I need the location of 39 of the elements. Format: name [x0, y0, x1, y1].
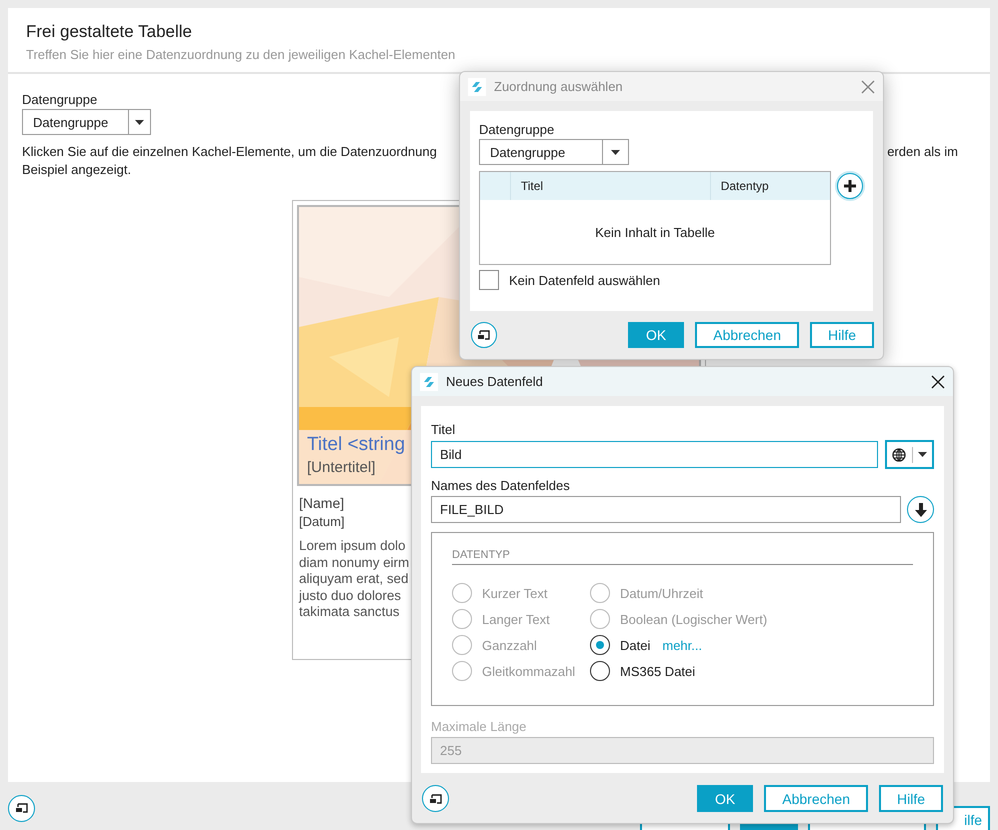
body-text-line: takimata sanctus	[299, 604, 400, 620]
field-label: Maximale Länge	[431, 719, 528, 734]
radio-label[interactable]: MS365 Datei	[620, 664, 696, 678]
radio-label: Kurzer Text	[482, 586, 548, 600]
tile-name: [Name]	[298, 495, 344, 511]
radio-label[interactable]: Datei	[620, 638, 650, 652]
instruction-text: Klicken Sie auf die einzelnen Kachel-Elemente, um die Datenzuordnung	[22, 143, 437, 161]
title-input[interactable]: Bild	[431, 441, 878, 468]
body-text-line: aliquyam erat, sed	[299, 571, 408, 588]
name-input[interactable]: FILE_BILD	[431, 496, 901, 523]
radio-label: Boolean (Logischer Wert)	[620, 612, 768, 626]
field-label: Titel	[431, 422, 456, 437]
radio-label: Langer Text	[482, 612, 550, 626]
body-text-line: diam nonumy eirm	[299, 554, 410, 571]
column-header[interactable]: Titel	[510, 172, 710, 200]
body-text-line: Lorem ipsum dolo	[299, 538, 406, 554]
field-label: Datengruppe	[22, 92, 98, 107]
field-label: Names des Datenfeldes	[431, 478, 571, 493]
max-length-input: 255	[431, 737, 934, 764]
body-text-line: justo duo dolores	[299, 588, 401, 604]
group-heading: DATENTYP	[452, 549, 913, 565]
tile-subtitle: [Untertitel]	[307, 459, 376, 476]
radio-label: Gleitkommazahl	[482, 664, 576, 678]
empty-table-message: Kein Inhalt in Tabelle	[594, 224, 716, 242]
radio-label: Ganzzahl	[482, 638, 537, 652]
dropdown[interactable]: Datengruppe	[22, 109, 151, 135]
instruction-text: erden als im	[887, 143, 958, 161]
dialog-title: Zuordnung auswählen	[494, 79, 624, 94]
dropdown[interactable]: Datengruppe	[479, 139, 629, 165]
checkbox-label[interactable]: Kein Datenfeld auswählen	[509, 272, 660, 288]
tile-date: [Datum]	[298, 514, 345, 529]
dialog-title: Neues Datenfeld	[446, 374, 544, 389]
column-header[interactable]: Datentyp	[710, 172, 830, 200]
tile-title: Titel <string	[307, 434, 406, 456]
page-subtitle: Treffen Sie hier eine Datenzuordnung zu den jeweiligen Kachel-Elementen	[26, 47, 456, 62]
instruction-text: Beispiel angezeigt.	[22, 161, 132, 179]
radio-label: Datum/Uhrzeit	[620, 586, 704, 600]
page-title: Frei gestaltete Tabelle	[26, 22, 194, 42]
field-label: Datengruppe	[479, 122, 556, 137]
